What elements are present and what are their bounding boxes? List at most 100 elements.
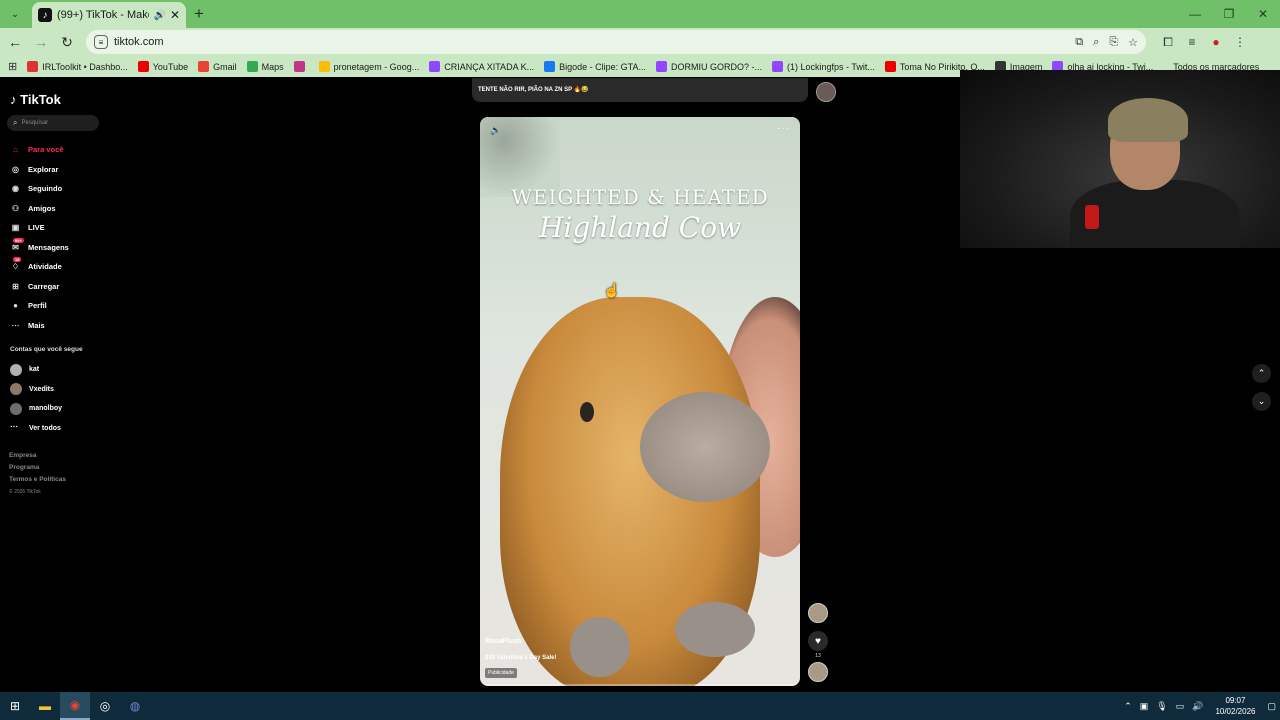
account-name: Vxedits — [29, 385, 54, 393]
tab-search-button[interactable]: ⌄ — [4, 3, 26, 25]
bookmark-item[interactable]: DORMIU GORDO? -... — [655, 61, 762, 72]
bookmark-item[interactable] — [293, 61, 309, 72]
clock[interactable]: 09:07 10/02/2026 — [1215, 695, 1255, 717]
install-app-icon[interactable]: ⎘ — [1109, 36, 1118, 49]
taskbar-chrome[interactable]: ◉ — [60, 692, 90, 720]
bookmark-star-icon[interactable]: ☆ — [1128, 36, 1138, 49]
apps-grid-icon[interactable]: ⊞ — [8, 60, 17, 73]
activity-icon: ♢ 13 — [11, 257, 22, 272]
search-input[interactable]: ⌕ Pesquisar — [7, 115, 99, 131]
close-tab-icon[interactable]: ✕ — [170, 8, 180, 22]
zoom-icon[interactable]: ⌕ — [1093, 36, 1099, 49]
previous-video-card[interactable]: TENTE NÃO RIR, PIÃO NA ZN SP 🔥😂 — [472, 78, 808, 102]
taskbar-file-explorer[interactable]: ▬ — [30, 692, 60, 720]
volume-icon[interactable]: 🔈 — [490, 125, 501, 136]
nav-item-live[interactable]: ▣ LIVE — [10, 218, 69, 238]
logo-text: TikTok — [20, 92, 61, 107]
sidebar-footer: Empresa Programa Termos e Políticas © 20… — [9, 450, 66, 498]
nav-item-messages[interactable]: ✉ 99+ Mensagens — [10, 237, 69, 258]
nav-item-home[interactable]: ⌂ Para você — [10, 140, 69, 160]
tray-app-icon[interactable]: ▣ — [1140, 701, 1149, 712]
footer-link-company[interactable]: Empresa — [9, 450, 66, 462]
following-account[interactable]: Vxedits — [10, 380, 62, 400]
following-account[interactable]: kat — [10, 360, 62, 380]
nav-item-upload[interactable]: ⊞ Carregar — [10, 277, 69, 297]
notifications-icon[interactable]: ▢ — [1267, 701, 1276, 712]
bookmark-label: YouTube — [152, 61, 189, 72]
taskbar-app-3[interactable]: ◎ — [90, 692, 120, 720]
minimize-button[interactable]: — — [1178, 0, 1212, 28]
bookmark-item[interactable]: CRIANÇA XITADA K... — [429, 61, 534, 72]
back-button[interactable]: ← — [4, 31, 26, 53]
messages-icon: ✉ 99+ — [12, 237, 24, 252]
compass-icon: ◎ — [12, 164, 19, 174]
copyright: © 2026 TikTok — [9, 489, 41, 495]
extension-shield-icon[interactable]: ● — [1204, 35, 1228, 50]
previous-video-caption: TENTE NÃO RIR, PIÃO NA ZN SP 🔥😂 — [478, 87, 589, 93]
video-progress-bar[interactable] — [480, 684, 800, 686]
bookmark-item[interactable]: pronetagem - Goog... — [318, 61, 419, 72]
nav-item-compass[interactable]: ◎ Explorar — [10, 160, 69, 180]
bookmark-item[interactable]: Bigode - Clipe: GTA... — [544, 61, 646, 72]
previous-video-button[interactable]: ⌃ — [1252, 364, 1271, 383]
media-controls-icon[interactable]: ≡ — [1180, 35, 1204, 50]
next-video-button[interactable]: ⌄ — [1252, 392, 1271, 411]
new-tab-button[interactable]: + — [194, 4, 204, 24]
nav-item-more[interactable]: ⋯ Mais — [10, 316, 69, 336]
like-button[interactable]: ♥ — [808, 631, 828, 651]
microphone-icon[interactable]: 🎙 — [1156, 701, 1167, 712]
bookmark-favicon-icon — [544, 61, 556, 72]
nav-item-activity[interactable]: ♢ 13 Atividade — [10, 257, 69, 277]
tiktok-logo[interactable]: ♪ TikTok — [10, 92, 61, 107]
bookmark-item[interactable]: IRLToolkit • Dashbo... — [27, 61, 128, 72]
ad-label: Publicidade — [485, 668, 517, 678]
upload-icon: ⊞ — [12, 281, 19, 291]
bookmark-favicon-icon — [771, 61, 783, 72]
music-disc-avatar[interactable] — [808, 662, 828, 682]
nav-item-following[interactable]: ◉ Seguindo — [10, 179, 69, 199]
reload-button[interactable]: ↻ — [56, 31, 78, 53]
forward-button[interactable]: → — [30, 31, 52, 53]
browser-menu-icon[interactable]: ⋮ — [1228, 35, 1252, 50]
avatar — [10, 383, 22, 396]
app-icon: ◎ — [99, 699, 111, 713]
streamer-cap — [1108, 98, 1188, 142]
taskbar-discord[interactable]: ◍ — [120, 692, 150, 720]
nav-item-friends[interactable]: ⚇ Amigos — [10, 199, 69, 219]
red-object — [1085, 205, 1099, 229]
restore-button[interactable]: ❐ — [1212, 0, 1246, 28]
speaker-icon[interactable]: 🔊 — [153, 10, 165, 21]
network-icon[interactable]: ▭ — [1176, 701, 1185, 712]
bookmark-item[interactable]: Maps — [246, 61, 284, 72]
bookmark-item[interactable]: YouTube — [137, 61, 189, 72]
start-button[interactable]: ⊞ — [0, 692, 30, 720]
plush-hoof — [675, 602, 755, 657]
video-player[interactable]: WEIGHTED & HEATED Highland Cow 🔈 ··· Ros… — [480, 117, 800, 686]
translate-icon[interactable]: ⧉ — [1075, 36, 1083, 49]
bookmark-label: Maps — [261, 61, 284, 72]
author-avatar[interactable] — [808, 603, 828, 623]
previous-video-avatar[interactable] — [816, 82, 836, 102]
following-account[interactable]: ⋯ Ver todos — [10, 419, 62, 439]
video-more-button[interactable]: ··· — [777, 123, 790, 134]
site-info-icon[interactable]: ≡ — [94, 35, 108, 49]
bookmark-item[interactable]: (1) Lockingfps - Twit... — [771, 61, 875, 72]
volume-tray-icon[interactable]: 🔊 — [1192, 701, 1203, 712]
address-bar[interactable]: ≡ tiktok.com ⧉ ⌕ ⎘ ☆ — [86, 30, 1146, 54]
footer-link-terms[interactable]: Termos e Políticas — [9, 474, 66, 486]
close-window-button[interactable]: ✕ — [1246, 0, 1280, 28]
tray-chevron-icon[interactable]: ⌃ — [1124, 701, 1132, 712]
nav-item-profile[interactable]: ● Perfil — [10, 296, 69, 316]
video-caption-line2: Highland Cow — [538, 211, 742, 244]
footer-link-program[interactable]: Programa — [9, 462, 66, 474]
extensions-icon[interactable]: ⧠ — [1156, 35, 1180, 50]
avatar — [10, 363, 22, 376]
bookmark-favicon-icon — [318, 61, 330, 72]
video-author[interactable]: RosaPlush — [485, 638, 521, 645]
bookmark-item[interactable]: Gmail — [198, 61, 237, 72]
chevron-up-icon: ⌃ — [1257, 368, 1266, 378]
bookmark-favicon-icon — [246, 61, 258, 72]
following-account[interactable]: manolboy — [10, 399, 62, 419]
browser-tab-tiktok[interactable]: ♪ (99+) TikTok - Make Your Day 🔊 ✕ — [32, 2, 186, 28]
plush-snout — [640, 392, 770, 502]
